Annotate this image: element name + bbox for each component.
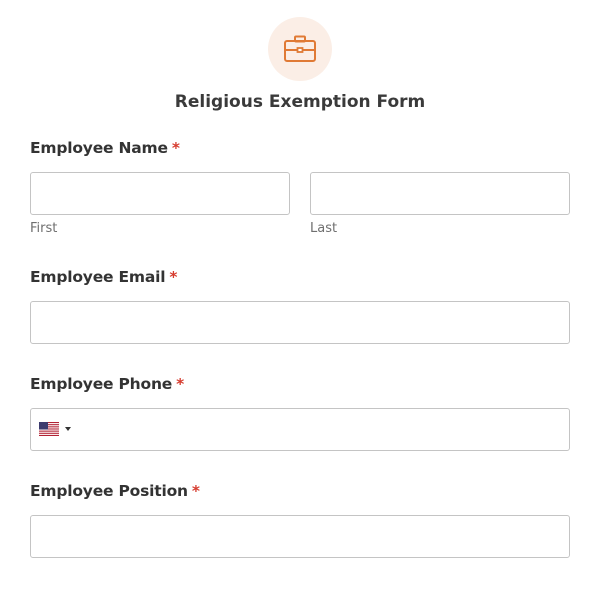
last-name-sublabel: Last	[310, 221, 338, 236]
briefcase-icon	[284, 35, 316, 62]
form-header-icon-badge	[268, 17, 332, 81]
employee-name-label-text: Employee Name	[30, 139, 168, 157]
chevron-down-icon	[65, 427, 71, 431]
employee-email-label: Employee Email *	[30, 268, 177, 286]
required-asterisk: *	[176, 375, 185, 393]
employee-email-label-text: Employee Email	[30, 268, 166, 286]
required-asterisk: *	[171, 139, 180, 157]
employee-phone-label: Employee Phone *	[30, 375, 184, 393]
first-name-sublabel: First	[30, 221, 58, 236]
employee-position-label: Employee Position *	[30, 482, 200, 500]
required-asterisk: *	[191, 482, 200, 500]
employee-name-label: Employee Name *	[30, 139, 180, 157]
required-asterisk: *	[169, 268, 178, 286]
country-code-selector[interactable]	[39, 422, 71, 436]
employee-position-label-text: Employee Position	[30, 482, 188, 500]
email-input[interactable]	[30, 301, 570, 344]
us-flag-icon	[39, 422, 59, 436]
phone-input[interactable]	[30, 408, 570, 451]
first-name-input[interactable]	[30, 172, 290, 215]
employee-phone-label-text: Employee Phone	[30, 375, 173, 393]
position-input[interactable]	[30, 515, 570, 558]
form-title: Religious Exemption Form	[174, 92, 426, 112]
last-name-input[interactable]	[310, 172, 570, 215]
